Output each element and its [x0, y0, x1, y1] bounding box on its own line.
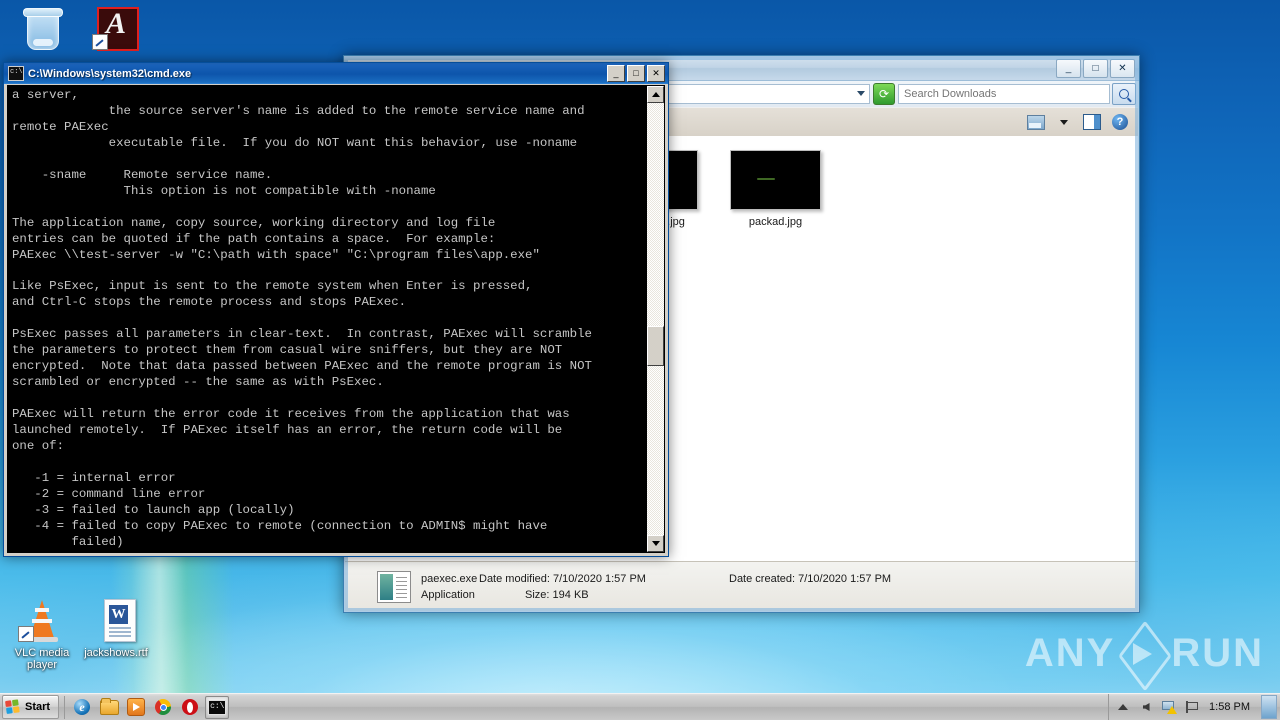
shortcut-arrow-icon: [92, 34, 108, 50]
refresh-button[interactable]: ⟳: [873, 83, 895, 105]
help-icon: ?: [1112, 114, 1128, 130]
cmd-window-controls: _ □ ✕: [607, 65, 668, 82]
scrollbar-thumb[interactable]: [647, 326, 664, 366]
recycle-bin-icon: [18, 4, 66, 52]
media-player-icon: [127, 698, 146, 716]
show-hidden-icons-button[interactable]: [1115, 699, 1131, 715]
cmd-window-title: C:\Windows\system32\cmd.exe: [28, 67, 192, 80]
scroll-up-button[interactable]: [647, 86, 664, 103]
start-button[interactable]: Start: [2, 695, 60, 719]
file-thumbnail: [730, 150, 821, 210]
explorer-maximize-button[interactable]: □: [1083, 59, 1108, 78]
scroll-down-button[interactable]: [647, 535, 664, 552]
watermark-play-icon: [1121, 633, 1165, 675]
desktop-icon-jackshows-rtf[interactable]: W jackshows.rtf: [78, 596, 154, 659]
chevron-down-icon[interactable]: [857, 91, 865, 96]
explorer-close-button[interactable]: ✕: [1110, 59, 1135, 78]
chrome-icon: [155, 699, 172, 715]
refresh-icon: ⟳: [878, 87, 890, 101]
search-icon: [1119, 89, 1129, 99]
cmd-minimize-button[interactable]: _: [607, 65, 625, 82]
cmd-client-area[interactable]: a server, the source server's name is ad…: [7, 85, 665, 553]
cmd-titlebar[interactable]: C:\Windows\system32\cmd.exe _ □ ✕: [4, 63, 668, 84]
volume-icon: [1142, 703, 1150, 711]
chevron-down-icon: [1060, 119, 1068, 125]
system-tray: 1:58 PM: [1108, 694, 1280, 720]
network-icon: [1162, 701, 1178, 714]
adobe-reader-icon: A: [92, 4, 140, 52]
flag-icon: [1185, 701, 1199, 713]
watermark-any: ANY: [1024, 631, 1116, 675]
file-item[interactable]: packad.jpg: [714, 150, 837, 228]
preview-pane-button[interactable]: [1082, 113, 1102, 131]
internet-explorer-icon: [74, 699, 91, 715]
explorer-window-controls: _ □ ✕: [1056, 59, 1135, 78]
views-dropdown-button[interactable]: [1054, 113, 1074, 131]
desktop-icon-label-vlc: VLC media player: [14, 647, 70, 671]
word-letter: W: [109, 605, 128, 624]
desktop-icon-recycle-bin[interactable]: [4, 4, 80, 55]
search-box[interactable]: [898, 84, 1110, 104]
details-file-name: paexec.exe: [421, 572, 478, 585]
toolbar-right-group: ?: [1026, 113, 1138, 131]
chevron-up-icon: [1118, 704, 1129, 710]
watermark-run: RUN: [1171, 631, 1264, 675]
command-prompt-window[interactable]: C:\Windows\system32\cmd.exe _ □ ✕ a serv…: [3, 62, 669, 557]
show-desktop-button[interactable]: [1261, 695, 1277, 719]
details-file-type: Application: [421, 588, 475, 601]
taskbar-item-media-player[interactable]: [124, 696, 148, 719]
search-button[interactable]: [1112, 83, 1136, 105]
cmd-scrollbar[interactable]: [646, 86, 664, 552]
network-button[interactable]: [1161, 699, 1178, 715]
taskbar: Start 1:58 PM: [0, 693, 1280, 720]
taskbar-item-opera[interactable]: [178, 696, 202, 719]
desktop-icon-adobe-reader[interactable]: A: [78, 4, 154, 55]
explorer-minimize-button[interactable]: _: [1056, 59, 1081, 78]
desktop-icon-vlc[interactable]: VLC media player: [4, 596, 80, 671]
action-center-button[interactable]: [1184, 699, 1200, 715]
taskbar-item-command-prompt[interactable]: [205, 695, 230, 719]
thumbnail-detail: [757, 178, 775, 180]
cmd-maximize-button[interactable]: □: [627, 65, 645, 82]
folder-icon: [99, 697, 119, 715]
shortcut-arrow-icon: [18, 626, 34, 642]
views-button[interactable]: [1026, 113, 1046, 131]
desktop-icon-label-jackshows: jackshows.rtf: [84, 647, 148, 659]
volume-button[interactable]: [1138, 699, 1154, 715]
search-input[interactable]: [899, 87, 1109, 101]
details-size: Size: 194 KB: [525, 588, 589, 601]
cmd-app-icon: [8, 66, 24, 81]
clock[interactable]: 1:58 PM: [1207, 701, 1252, 713]
details-pane: paexec.exe Date modified: 7/10/2020 1:57…: [345, 561, 1138, 611]
file-type-icon: [377, 570, 411, 603]
start-label: Start: [25, 701, 51, 713]
rtf-document-icon: W: [92, 596, 140, 644]
anyrun-watermark: ANY RUN: [1025, 631, 1264, 676]
desktop-screen: A VLC media player W jackshows.rtf ANY R…: [0, 0, 1280, 720]
taskbar-item-internet-explorer[interactable]: [70, 696, 94, 719]
windows-logo-icon: [5, 698, 22, 716]
command-prompt-icon: [208, 699, 227, 715]
vlc-icon: [18, 596, 66, 644]
file-name-label: packad.jpg: [748, 216, 803, 228]
details-date-created: Date created: 7/10/2020 1:57 PM: [729, 572, 892, 585]
views-icon: [1027, 114, 1045, 130]
chevron-down-icon: [651, 541, 660, 546]
quick-launch-bar: [64, 695, 230, 719]
taskbar-item-windows-explorer[interactable]: [97, 696, 121, 719]
preview-pane-icon: [1083, 114, 1101, 130]
taskbar-item-chrome[interactable]: [151, 696, 175, 719]
cmd-close-button[interactable]: ✕: [647, 65, 665, 82]
details-date-modified: Date modified: 7/10/2020 1:57 PM: [479, 572, 646, 585]
help-button[interactable]: ?: [1110, 113, 1130, 131]
opera-icon: [182, 699, 199, 715]
console-output: a server, the source server's name is ad…: [12, 88, 592, 552]
details-text: paexec.exe Date modified: 7/10/2020 1:57…: [421, 571, 891, 603]
chevron-up-icon: [651, 92, 660, 97]
